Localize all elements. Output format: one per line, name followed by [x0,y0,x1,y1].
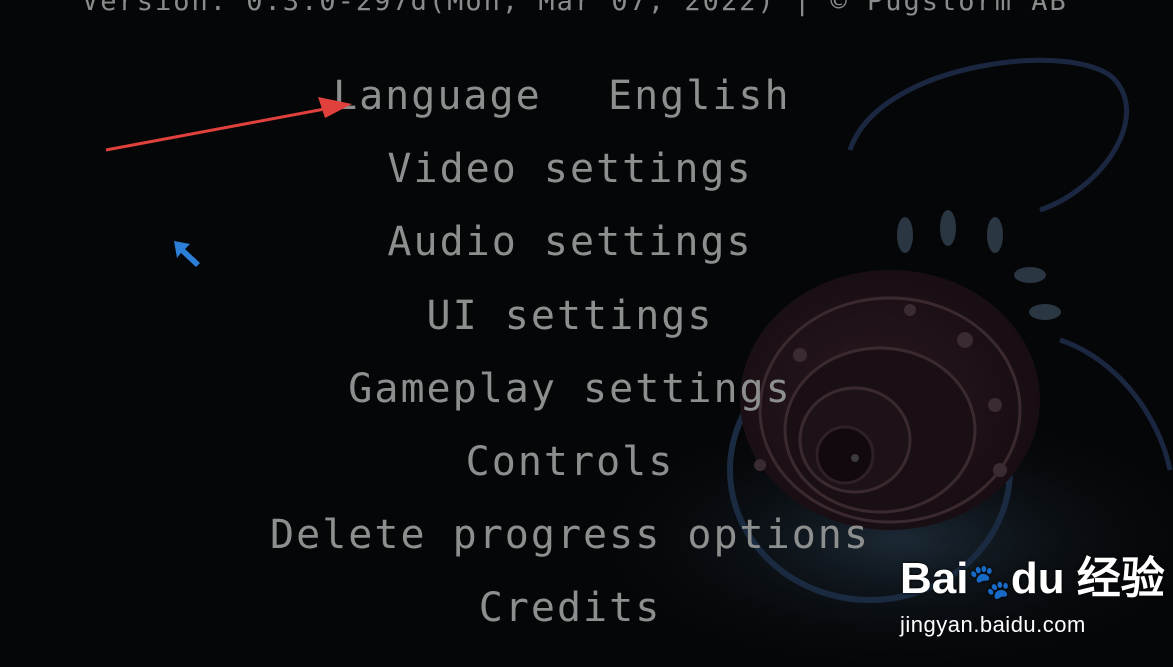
controls-button[interactable]: Controls [466,439,675,485]
delete-progress-options-button[interactable]: Delete progress options [270,512,870,558]
credits-button[interactable]: Credits [479,585,662,631]
baidu-watermark-url: jingyan.baidu.com [900,612,1086,637]
version-text: Version: 0.3.0-297d(Mon, Mar 07, 2022) |… [82,0,1068,17]
ui-settings-button[interactable]: UI settings [427,293,714,339]
gameplay-settings-button[interactable]: Gameplay settings [348,366,791,412]
language-value[interactable]: English [608,73,791,119]
game-settings-screen: Version: 0.3.0-297d(Mon, Mar 07, 2022) |… [0,0,1173,667]
baidu-watermark-logo: Bai🐾du 经验 [900,554,1165,603]
audio-settings-button[interactable]: Audio settings [387,219,752,265]
language-label[interactable]: Language [333,73,542,119]
video-settings-button[interactable]: Video settings [387,146,752,192]
